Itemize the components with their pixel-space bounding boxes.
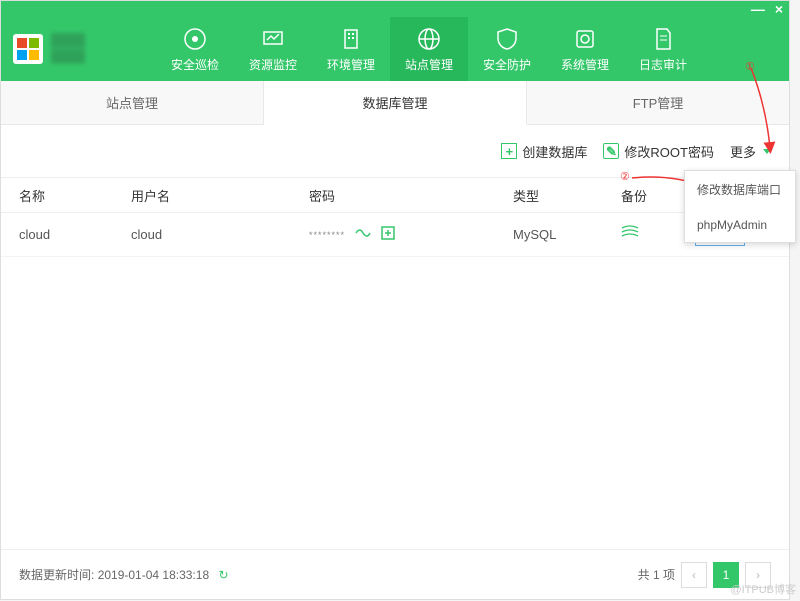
header: ████████ 安全巡检 资源监控 环境管理 站点管理 安全防护 系统管理 日志审计	[1, 17, 789, 81]
watermark: @ITPUB博客	[730, 581, 796, 597]
nav-site-manage[interactable]: 站点管理	[390, 17, 468, 81]
table-row: cloudcloud********MySQL	[1, 213, 789, 257]
logo-text: ████████	[51, 33, 85, 64]
total-count: 共 1 项	[638, 566, 675, 583]
nav-label: 资源监控	[249, 56, 297, 73]
windows-logo-icon	[13, 34, 43, 64]
security-guard-icon	[494, 26, 520, 52]
nav-security-guard[interactable]: 安全防护	[468, 17, 546, 81]
annotation-1: ①	[745, 60, 755, 73]
env-manage-icon	[338, 26, 364, 52]
cell-type: MySQL	[513, 227, 621, 242]
cell-backup	[621, 225, 693, 244]
cell-password: ********	[309, 226, 513, 243]
nav-resource-monitor[interactable]: 资源监控	[234, 17, 312, 81]
edit-icon: ✎	[603, 143, 619, 159]
annotation-arrow-1	[746, 66, 776, 161]
col-type: 类型	[513, 186, 621, 205]
create-database-label: 创建数据库	[522, 142, 587, 161]
col-password: 密码	[309, 186, 513, 205]
nav-security-check[interactable]: 安全巡检	[156, 17, 234, 81]
refresh-icon[interactable]: ↻	[218, 568, 228, 582]
password-mask: ********	[309, 230, 345, 240]
site-manage-icon	[416, 26, 442, 52]
system-manage-icon	[572, 26, 598, 52]
toolbar: + 创建数据库 ✎ 修改ROOT密码 更多	[1, 125, 789, 177]
nav-label: 安全巡检	[171, 56, 219, 73]
footer: 数据更新时间: 2019-01-04 18:33:18 ↻ 共 1 项 ‹ 1 …	[1, 549, 789, 599]
update-time: 数据更新时间: 2019-01-04 18:33:18 ↻	[19, 566, 229, 583]
prev-page-button[interactable]: ‹	[681, 562, 707, 588]
nav-label: 环境管理	[327, 56, 375, 73]
app-logo: ████████	[1, 17, 156, 81]
close-icon[interactable]: ×	[775, 2, 783, 16]
resource-monitor-icon	[260, 26, 286, 52]
nav-system-manage[interactable]: 系统管理	[546, 17, 624, 81]
nav-label: 日志审计	[639, 56, 687, 73]
more-dropdown: 修改数据库端口 phpMyAdmin	[684, 170, 796, 243]
create-database-button[interactable]: + 创建数据库	[501, 142, 587, 161]
log-audit-icon	[650, 26, 676, 52]
cell-name: cloud	[1, 227, 131, 242]
modify-root-label: 修改ROOT密码	[624, 142, 714, 161]
plus-icon: +	[501, 143, 517, 159]
nav-log-audit[interactable]: 日志审计	[624, 17, 702, 81]
nav-label: 安全防护	[483, 56, 531, 73]
nav-env-manage[interactable]: 环境管理	[312, 17, 390, 81]
annotation-2: ②	[620, 170, 630, 183]
backup-icon[interactable]	[621, 226, 639, 243]
col-user: 用户名	[131, 186, 309, 205]
tab-site[interactable]: 站点管理	[1, 81, 264, 124]
security-check-icon	[182, 26, 208, 52]
dropdown-phpmyadmin[interactable]: phpMyAdmin	[685, 208, 795, 242]
cell-user: cloud	[131, 227, 309, 242]
nav-label: 系统管理	[561, 56, 609, 73]
modify-root-password-button[interactable]: ✎ 修改ROOT密码	[603, 142, 714, 161]
toggle-password-icon[interactable]	[355, 227, 371, 242]
copy-password-icon[interactable]	[381, 226, 395, 243]
nav-label: 站点管理	[405, 56, 453, 73]
dropdown-modify-port[interactable]: 修改数据库端口	[685, 171, 795, 208]
tab-db[interactable]: 数据库管理	[264, 81, 527, 125]
minimize-icon[interactable]: —	[751, 2, 765, 16]
window-titlebar: — ×	[1, 1, 789, 17]
col-name: 名称	[1, 186, 131, 205]
